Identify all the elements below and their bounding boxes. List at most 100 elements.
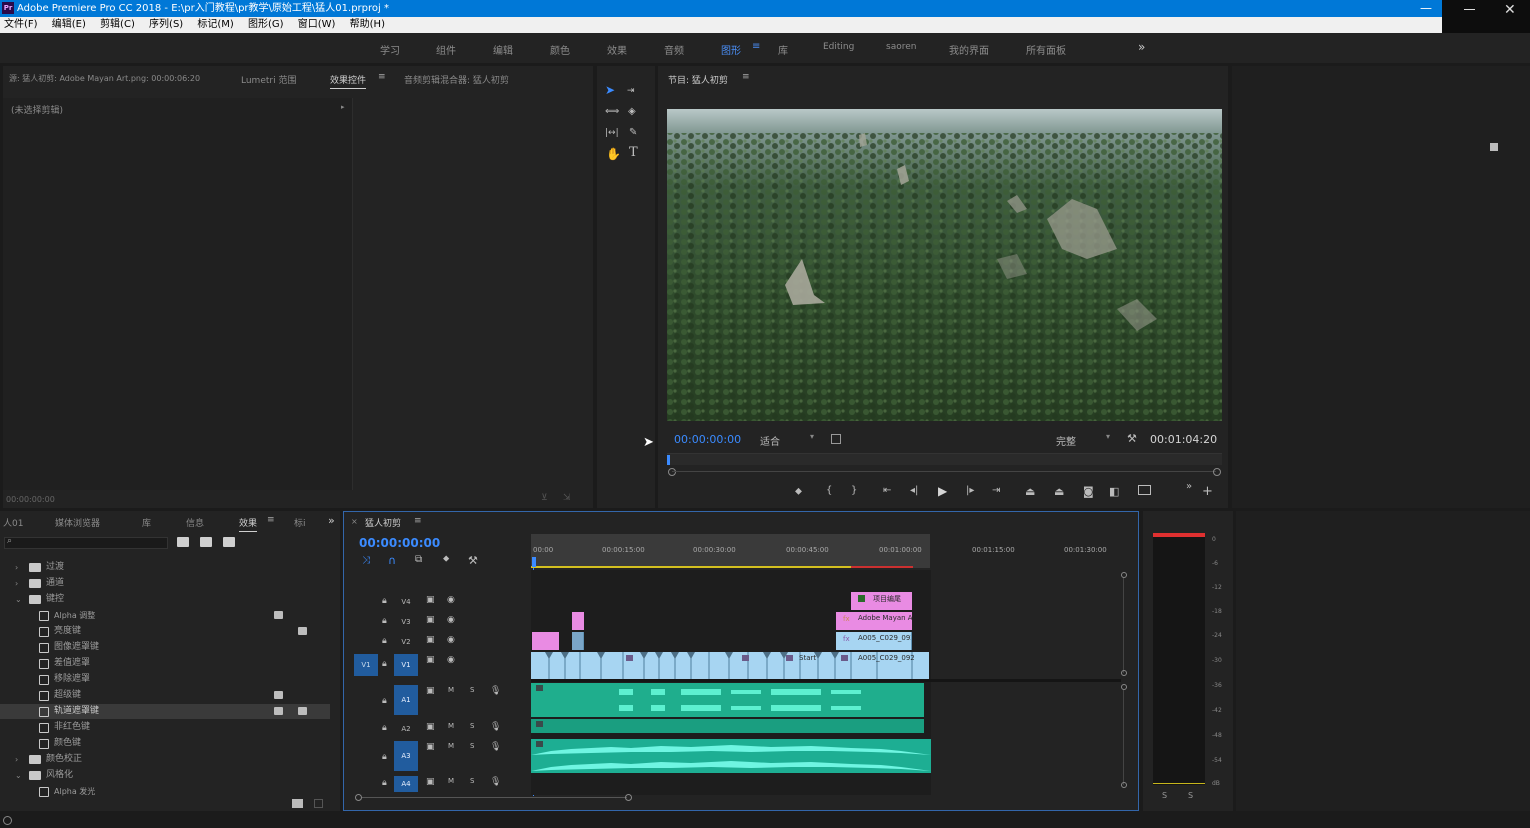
effect-track-matte-key[interactable]: 轨道遮罩键	[0, 704, 330, 719]
comparison-view-icon[interactable]: ◧	[1109, 485, 1119, 498]
effect-luma-key[interactable]: 亮度键	[0, 624, 330, 639]
lock-icon[interactable]: 🔒︎	[382, 778, 387, 788]
tab-effects[interactable]: 效果	[239, 516, 258, 532]
zoom-scrollbar[interactable]	[672, 471, 1216, 472]
tab-menu-icon[interactable]: ≡	[378, 72, 386, 82]
audio-vertical-scrollbar[interactable]	[1123, 690, 1124, 785]
effect-alpha-glow[interactable]: Alpha 发光	[0, 784, 330, 799]
window-minimize-button[interactable]: —	[1420, 0, 1432, 17]
add-marker-icon[interactable]: ⬥	[443, 554, 449, 564]
program-current-timecode[interactable]: 00:00:00:00	[674, 433, 741, 446]
a1-audio-clip[interactable]	[531, 683, 924, 717]
fit-dropdown[interactable]: 适合	[760, 433, 780, 448]
horizontal-scrollbar[interactable]	[362, 797, 627, 798]
microphone-icon[interactable]: 🎙︎	[490, 777, 501, 787]
ripple-edit-tool-icon[interactable]: ⟺	[605, 106, 619, 118]
workspace-tab-audio[interactable]: 音频	[664, 42, 684, 57]
zoom-end-handle[interactable]	[1213, 468, 1221, 476]
video-vertical-scrollbar[interactable]	[1123, 578, 1124, 673]
lock-icon[interactable]: 🔒︎	[382, 696, 387, 706]
safe-margins-icon[interactable]	[831, 434, 841, 444]
track-name-v2[interactable]: V2	[394, 634, 418, 650]
horizontal-scroll-start[interactable]	[355, 794, 362, 801]
mark-in-icon[interactable]: {	[826, 485, 832, 496]
vr-view-icon[interactable]	[1138, 485, 1151, 495]
step-forward-icon[interactable]: |▸	[966, 485, 974, 496]
effects-overflow-icon[interactable]: »	[328, 514, 335, 527]
track-name-a1[interactable]: A1	[394, 685, 418, 715]
workspace-overflow-icon[interactable]: »	[1138, 40, 1145, 54]
linked-selection-icon[interactable]: ⧉	[415, 554, 422, 565]
clip-v2-pink[interactable]	[532, 632, 559, 650]
lock-icon[interactable]: 🔒︎	[382, 723, 387, 733]
sequence-tab[interactable]: 猛人初剪	[365, 516, 401, 529]
workspace-tab-graphics[interactable]: 图形	[721, 42, 741, 57]
32bit-effects-icon[interactable]	[200, 537, 212, 547]
effect-folder-stylize[interactable]: ⌄ 风格化	[0, 768, 330, 783]
workspace-tab-assembly[interactable]: 组件	[436, 42, 456, 57]
vertical-scroll-handle-bottom[interactable]	[1121, 670, 1127, 676]
tab-markers[interactable]: 标i	[294, 516, 306, 529]
workspace-tab-my-layout[interactable]: 我的界面	[949, 42, 989, 57]
track-name-a3[interactable]: A3	[394, 741, 418, 771]
snap-icon[interactable]: ∩	[388, 554, 396, 567]
clip-v2-blue[interactable]	[572, 632, 584, 650]
microphone-icon[interactable]: 🎙︎	[490, 686, 501, 696]
selection-tool-icon[interactable]: ➤	[605, 84, 615, 96]
accelerated-effects-icon[interactable]	[177, 537, 189, 547]
close-tab-icon[interactable]: ×	[351, 517, 358, 526]
track-name-v3[interactable]: V3	[394, 614, 418, 630]
workspace-tab-all-panels[interactable]: 所有面板	[1026, 42, 1066, 57]
effect-folder-channels[interactable]: › 通道	[0, 576, 330, 591]
quality-dropdown[interactable]: 完整	[1056, 433, 1076, 448]
yuv-effects-icon[interactable]	[223, 537, 235, 547]
tab-media-browser[interactable]: 媒体浏览器	[55, 516, 100, 529]
play-icon[interactable]: ▶	[938, 484, 947, 498]
menu-sequence[interactable]: 序列(S)	[149, 17, 183, 33]
v1-clip-strip[interactable]: Start A005_C029_092	[531, 652, 929, 679]
mute-button[interactable]: M	[448, 742, 454, 750]
menu-marker[interactable]: 标记(M)	[197, 17, 233, 33]
sync-lock-icon[interactable]: ▣	[426, 655, 435, 665]
lock-icon[interactable]: 🔒︎	[382, 659, 387, 669]
source-patch-v1[interactable]: V1	[354, 654, 378, 676]
horizontal-scroll-end[interactable]	[625, 794, 632, 801]
workspace-tab-color[interactable]: 颜色	[550, 42, 570, 57]
timeline-timecode[interactable]: 00:00:00:00	[359, 536, 440, 550]
effect-alpha-adjust[interactable]: Alpha 调整	[0, 608, 330, 623]
pen-tool-icon[interactable]: ✎	[629, 127, 637, 139]
lift-icon[interactable]: ⏏	[1025, 485, 1035, 498]
clip-v3-small[interactable]	[572, 612, 584, 630]
slip-tool-icon[interactable]: |↔|	[605, 127, 619, 139]
a2-audio-clip[interactable]	[531, 719, 924, 733]
hand-tool-icon[interactable]: ✋	[606, 148, 621, 160]
overflow-icon[interactable]: »	[1186, 481, 1192, 492]
effect-remove-matte[interactable]: 移除遮罩	[0, 672, 330, 687]
sync-lock-icon[interactable]: ▣	[426, 742, 435, 752]
delete-icon[interactable]	[314, 799, 323, 808]
status-icon[interactable]	[3, 816, 12, 825]
eye-icon[interactable]: ◉	[447, 615, 455, 625]
sync-lock-icon[interactable]: ▣	[426, 615, 435, 625]
program-playhead[interactable]	[667, 455, 670, 465]
vertical-scroll-handle-top[interactable]	[1121, 572, 1127, 578]
clip-indicator[interactable]	[1153, 533, 1205, 537]
time-ruler[interactable]: 00:00 00:00:15:00 00:00:30:00 00:00:45:0…	[531, 534, 1121, 568]
tab-libraries[interactable]: 库	[142, 516, 151, 529]
type-tool-icon[interactable]: T	[629, 146, 638, 159]
sequence-menu-icon[interactable]: ≡	[414, 516, 422, 526]
tab-project[interactable]: 人01	[3, 516, 23, 529]
extract-icon[interactable]: ⏏	[1054, 485, 1064, 498]
workspace-tab-saoren[interactable]: saoren	[886, 42, 916, 52]
effect-folder-transitions[interactable]: › 过渡	[0, 560, 330, 575]
audio-scroll-handle-top[interactable]	[1121, 684, 1127, 690]
eye-icon[interactable]: ◉	[447, 635, 455, 645]
button-editor-icon[interactable]: +	[1202, 484, 1213, 499]
sync-lock-icon[interactable]: ▣	[426, 595, 435, 605]
menu-edit[interactable]: 编辑(E)	[52, 17, 86, 33]
lock-icon[interactable]: 🔒︎	[382, 636, 387, 646]
effect-difference-matte[interactable]: 差值遮罩	[0, 656, 330, 671]
effect-folder-color-correction[interactable]: › 颜色校正	[0, 752, 330, 767]
tab-effect-controls[interactable]: 效果控件	[330, 73, 367, 89]
step-back-icon[interactable]: ◂|	[910, 485, 918, 496]
